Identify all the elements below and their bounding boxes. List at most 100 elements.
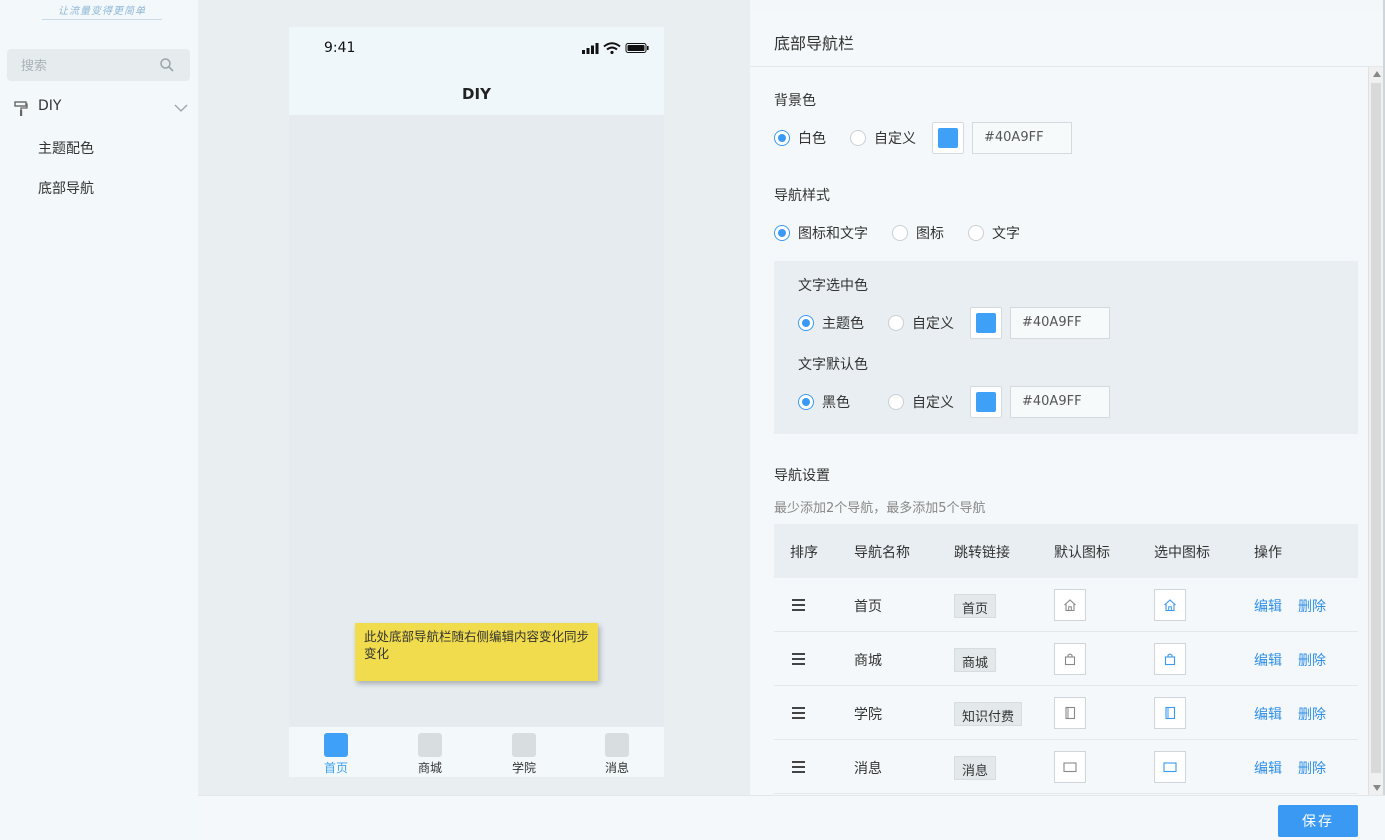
phone-tab-mall[interactable]: 商城: [405, 733, 455, 776]
default-icon-picker[interactable]: [1054, 751, 1086, 783]
col-sort: 排序: [790, 545, 818, 561]
radio-dot: [892, 225, 908, 241]
edit-button[interactable]: 编辑: [1254, 650, 1282, 670]
radio-label: 图标和文字: [798, 226, 868, 242]
sidebar-group-label: DIY: [38, 98, 62, 114]
radio-selected-theme[interactable]: 主题色: [798, 313, 864, 333]
logo: 让流量变得更简单: [42, 2, 162, 20]
phone-tab-academy[interactable]: 学院: [499, 733, 549, 776]
nav-settings-hint: 最少添加2个导航，最多添加5个导航: [774, 501, 986, 516]
radio-label: 自定义: [912, 316, 954, 332]
edit-button[interactable]: 编辑: [1254, 758, 1282, 778]
sidebar-group-diy[interactable]: DIY: [12, 97, 192, 119]
selected-color-swatch[interactable]: [970, 307, 1002, 339]
phone-preview: 9:41 DIY 此处底部导航栏随右侧编辑内容变化同步变化 首页 商城 学院 消…: [289, 27, 664, 777]
bg-color-swatch[interactable]: [932, 122, 964, 154]
selected-icon-picker[interactable]: [1154, 697, 1186, 729]
default-icon-picker[interactable]: [1054, 697, 1086, 729]
row-name: 首页: [854, 599, 882, 615]
radio-default-black[interactable]: 黑色: [798, 392, 850, 412]
selected-icon-picker[interactable]: [1154, 751, 1186, 783]
drag-handle-icon[interactable]: [792, 761, 805, 773]
radio-selected-custom[interactable]: 自定义: [888, 313, 954, 333]
delete-button[interactable]: 删除: [1298, 650, 1326, 670]
row-name: 学院: [854, 707, 882, 723]
radio-label: 图标: [916, 226, 944, 242]
selected-icon-picker[interactable]: [1154, 643, 1186, 675]
default-color-swatch[interactable]: [970, 386, 1002, 418]
tab-home-icon: [324, 733, 348, 757]
settings-panel: 底部导航栏 背景色 白色 自定义 #40A9FF 导航样式 图标和文字 图标 文…: [750, 10, 1383, 795]
col-name: 导航名称: [854, 545, 910, 561]
row-name: 消息: [854, 761, 882, 777]
edit-button[interactable]: 编辑: [1254, 704, 1282, 724]
home-icon: [1164, 599, 1176, 612]
radio-dot: [968, 225, 984, 241]
phone-tab-home[interactable]: 首页: [311, 733, 361, 776]
default-color-hex-input[interactable]: #40A9FF: [1010, 386, 1110, 418]
panel-header: 底部导航栏: [750, 10, 1383, 67]
row-link-tag[interactable]: 消息: [954, 756, 997, 780]
phone-tab-message[interactable]: 消息: [592, 733, 642, 776]
bg-color-hex-input[interactable]: #40A9FF: [972, 122, 1072, 154]
tab-label: 商城: [417, 761, 442, 775]
delete-button[interactable]: 删除: [1298, 596, 1326, 616]
edit-button[interactable]: 编辑: [1254, 596, 1282, 616]
battery-icon: [625, 43, 649, 53]
drag-handle-icon[interactable]: [792, 599, 805, 611]
radio-bg-custom[interactable]: 自定义: [850, 128, 916, 148]
drag-handle-icon[interactable]: [792, 653, 805, 665]
radio-bg-white[interactable]: 白色: [774, 128, 826, 148]
chevron-down-icon[interactable]: [174, 103, 188, 113]
text-default-color-label: 文字默认色: [798, 357, 868, 373]
radio-label: 自定义: [874, 131, 916, 147]
selected-color-hex-input[interactable]: #40A9FF: [1010, 307, 1110, 339]
home-icon: [1064, 599, 1076, 612]
phone-tabbar: 首页 商城 学院 消息: [289, 727, 664, 777]
scroll-up-arrow-icon[interactable]: [1373, 71, 1381, 77]
status-time: 9:41: [324, 40, 356, 56]
search-icon[interactable]: [159, 57, 175, 73]
default-icon-picker[interactable]: [1054, 589, 1086, 621]
save-button[interactable]: 保存: [1278, 805, 1358, 837]
radio-dot: [774, 225, 790, 241]
row-link-tag[interactable]: 商城: [954, 648, 997, 672]
panel-scrollbar[interactable]: [1368, 67, 1383, 795]
sidebar: 让流量变得更简单 搜索 DIY 主题配色 底部导航: [0, 0, 198, 840]
sidebar-item-bottom-nav[interactable]: 底部导航: [38, 178, 94, 198]
selected-icon-picker[interactable]: [1154, 589, 1186, 621]
delete-button[interactable]: 删除: [1298, 758, 1326, 778]
scroll-down-arrow-icon[interactable]: [1373, 785, 1381, 791]
book-icon: [1065, 706, 1076, 720]
message-icon: [1163, 762, 1177, 773]
background-color-label: 背景色: [774, 93, 816, 109]
sidebar-item-theme-color[interactable]: 主题配色: [38, 138, 94, 158]
radio-style-icon-text[interactable]: 图标和文字: [774, 223, 868, 243]
panel-title: 底部导航栏: [774, 34, 855, 53]
text-selected-color-label: 文字选中色: [798, 278, 868, 294]
tab-label: 学院: [511, 761, 536, 775]
table-row: 学院 知识付费 编辑 删除: [774, 686, 1358, 740]
radio-label: 黑色: [822, 395, 850, 411]
delete-button[interactable]: 删除: [1298, 704, 1326, 724]
tab-message-icon: [605, 733, 629, 757]
search-box[interactable]: 搜索: [7, 49, 190, 81]
paint-roller-icon: [14, 101, 28, 116]
preview-canvas: 9:41 DIY 此处底部导航栏随右侧编辑内容变化同步变化 首页 商城 学院 消…: [198, 0, 750, 795]
default-icon-picker[interactable]: [1054, 643, 1086, 675]
row-link-tag[interactable]: 知识付费: [954, 702, 1023, 726]
scroll-thumb[interactable]: [1371, 83, 1381, 773]
sticky-note: 此处底部导航栏随右侧编辑内容变化同步变化: [355, 623, 598, 681]
table-header: 排序 导航名称 跳转链接 默认图标 选中图标 操作: [774, 524, 1358, 578]
bottom-bar: 保存: [198, 795, 1385, 840]
row-link-tag[interactable]: 首页: [954, 594, 997, 618]
radio-style-text[interactable]: 文字: [968, 223, 1020, 243]
radio-style-icon[interactable]: 图标: [892, 223, 944, 243]
table-row: 首页 首页 编辑 删除: [774, 578, 1358, 632]
radio-default-custom[interactable]: 自定义: [888, 392, 954, 412]
nav-settings-label: 导航设置: [774, 468, 830, 484]
search-input[interactable]: 搜索: [21, 55, 47, 74]
col-link: 跳转链接: [954, 545, 1010, 561]
radio-label: 自定义: [912, 395, 954, 411]
drag-handle-icon[interactable]: [792, 707, 805, 719]
